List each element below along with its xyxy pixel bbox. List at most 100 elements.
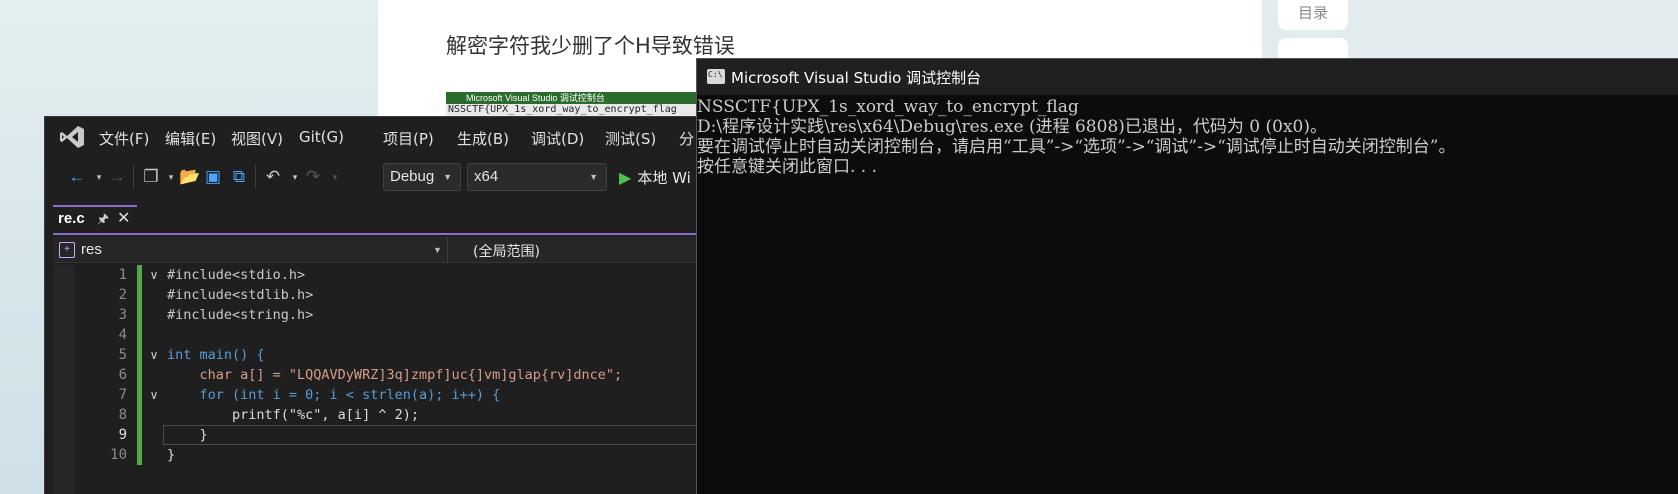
menu-analyze[interactable]: 分	[679, 128, 694, 149]
console-line: 按任意键关闭此窗口. . .	[697, 157, 878, 177]
tab-re-c[interactable]: re.c 🖈 ✕	[53, 205, 137, 233]
toolbar: ← ▾ → ❐ ▾ 📂 ▣ ⧉ ↶ ▾ ↷ ▾ Debug ▼ x64 ▼ ▶ 本…	[45, 157, 704, 197]
menu-edit[interactable]: 编辑(E)	[165, 128, 216, 149]
change-marker	[137, 345, 142, 365]
project-icon: +	[59, 242, 75, 258]
line-number: 9	[118, 427, 127, 443]
platform-dropdown[interactable]: x64 ▼	[467, 163, 607, 191]
toolbar-separator	[133, 165, 134, 189]
console-output[interactable]: NSSCTF{UPX_1s_xord_way_to_encrypt_flag D…	[697, 97, 1678, 177]
save-all-icon[interactable]: ⧉	[229, 167, 249, 187]
redo-icon[interactable]: ↷	[303, 167, 323, 187]
fold-chevron-icon[interactable]: ∨	[147, 345, 161, 365]
side-action-button[interactable]	[1278, 38, 1348, 60]
code-line[interactable]: 4	[53, 325, 705, 345]
chevron-down-icon: ▼	[589, 172, 598, 182]
change-marker	[137, 285, 142, 305]
menu-project[interactable]: 项目(P)	[383, 128, 434, 149]
pin-icon[interactable]: 🖈	[97, 207, 109, 231]
visual-studio-logo-icon	[60, 126, 84, 148]
console-line: NSSCTF{UPX_1s_xord_way_to_encrypt_flag	[697, 97, 1079, 117]
current-line-highlight	[163, 425, 705, 445]
menu-git[interactable]: Git(G)	[299, 128, 344, 146]
undo-icon[interactable]: ↶	[263, 167, 283, 187]
change-marker	[137, 385, 142, 405]
configuration-dropdown[interactable]: Debug ▼	[383, 163, 461, 191]
code-text: }	[167, 447, 176, 463]
redo-dropdown-icon[interactable]: ▾	[325, 167, 345, 187]
code-text: printf("%c", a[i] ^ 2);	[167, 407, 419, 423]
project-scope-dropdown[interactable]: res	[81, 241, 102, 258]
change-marker	[137, 325, 142, 345]
code-line[interactable]: 2 #include<stdlib.h>	[53, 285, 705, 305]
menu-debug[interactable]: 调试(D)	[531, 128, 584, 149]
chevron-down-icon: ▼	[443, 172, 452, 182]
code-text: #include<string.h>	[167, 307, 314, 323]
new-project-icon[interactable]: ❐	[141, 167, 161, 187]
change-marker	[137, 265, 142, 285]
article-heading: 解密字符我少删了个H导致错误	[446, 34, 735, 58]
menu-file[interactable]: 文件(F)	[99, 128, 149, 149]
line-number: 8	[118, 407, 127, 423]
code-line[interactable]: 8 printf("%c", a[i] ^ 2);	[53, 405, 705, 425]
line-number: 1	[118, 267, 127, 283]
toolbar-separator	[255, 165, 256, 189]
global-scope-dropdown[interactable]: (全局范围)	[473, 241, 540, 261]
navigation-bar: + res ▼ (全局范围)	[53, 237, 705, 263]
run-label: 本地 Wi	[637, 169, 691, 187]
line-number: 4	[118, 327, 127, 343]
new-dropdown-icon[interactable]: ▾	[161, 167, 181, 187]
menu-test[interactable]: 测试(S)	[605, 128, 656, 149]
change-marker	[137, 305, 142, 325]
code-line[interactable]: 5 ∨ int main() {	[53, 345, 705, 365]
console-title: Microsoft Visual Studio 调试控制台	[731, 69, 982, 87]
configuration-value: Debug	[390, 168, 435, 185]
back-dropdown-icon[interactable]: ▾	[89, 167, 109, 187]
run-button[interactable]: ▶ 本地 Wi	[619, 167, 691, 188]
menu-build[interactable]: 生成(B)	[457, 128, 509, 149]
platform-value: x64	[474, 168, 499, 185]
code-line[interactable]: 10 }	[53, 445, 705, 465]
code-text: #include<stdio.h>	[167, 267, 306, 283]
code-text: int main() {	[167, 347, 265, 363]
fold-chevron-icon[interactable]: ∨	[147, 385, 161, 405]
line-number: 7	[118, 387, 127, 403]
article-screenshot-thumbnail[interactable]: Microsoft Visual Studio 调试控制台 NSSCTF{UPX…	[446, 92, 696, 116]
change-marker	[137, 405, 142, 425]
visual-studio-window: 文件(F) 编辑(E) 视图(V) Git(G) 项目(P) 生成(B) 调试(…	[44, 116, 705, 494]
code-text: char a[] = "LQQAVDyWRZ]3q]zmpf]uc{]vm]gl…	[167, 367, 623, 383]
code-line[interactable]: 1 ∨ #include<stdio.h>	[53, 265, 705, 285]
menu-bar: 文件(F) 编辑(E) 视图(V) Git(G) 项目(P) 生成(B) 调试(…	[45, 117, 704, 157]
console-line: D:\程序设计实践\res\x64\Debug\res.exe (进程 6808…	[697, 117, 1327, 137]
code-line[interactable]: 6 char a[] = "LQQAVDyWRZ]3q]zmpf]uc{]vm]…	[53, 365, 705, 385]
line-number: 5	[118, 347, 127, 363]
document-tab-well: re.c 🖈 ✕	[53, 205, 705, 235]
nav-divider	[447, 237, 448, 263]
line-number: 3	[118, 307, 127, 323]
play-icon: ▶	[619, 168, 632, 187]
forward-icon[interactable]: →	[107, 167, 127, 187]
toc-button[interactable]: 目录	[1278, 0, 1348, 30]
code-text: #include<stdlib.h>	[167, 287, 314, 303]
code-line[interactable]: 3 #include<string.h>	[53, 305, 705, 325]
change-marker	[137, 365, 142, 385]
console-title-bar[interactable]: Microsoft Visual Studio 调试控制台	[697, 59, 1678, 95]
code-line[interactable]: 7 ∨ for (int i = 0; i < strlen(a); i++) …	[53, 385, 705, 405]
fold-chevron-icon[interactable]: ∨	[147, 265, 161, 285]
open-folder-icon[interactable]: 📂	[179, 167, 200, 187]
change-marker	[137, 445, 142, 465]
thumbnail-text: NSSCTF{UPX_1s_xord_way_to_encrypt_flag	[448, 104, 677, 115]
menu-view[interactable]: 视图(V)	[231, 128, 283, 149]
close-icon[interactable]: ✕	[117, 207, 130, 231]
chevron-down-icon[interactable]: ▼	[433, 245, 442, 255]
undo-dropdown-icon[interactable]: ▾	[285, 167, 305, 187]
change-marker	[137, 425, 142, 445]
code-editor[interactable]: 1 ∨ #include<stdio.h> 2 #include<stdlib.…	[53, 265, 705, 494]
code-line-current[interactable]: 9 }	[53, 425, 705, 445]
debug-console-window: Microsoft Visual Studio 调试控制台 NSSCTF{UPX…	[696, 58, 1678, 494]
save-icon[interactable]: ▣	[203, 167, 223, 187]
code-text: }	[167, 427, 208, 443]
back-icon[interactable]: ←	[67, 167, 87, 187]
line-number: 10	[110, 447, 127, 463]
console-line: 要在调试停止时自动关闭控制台，请启用“工具”->“选项”->“调试”->“调试停…	[697, 137, 1456, 157]
